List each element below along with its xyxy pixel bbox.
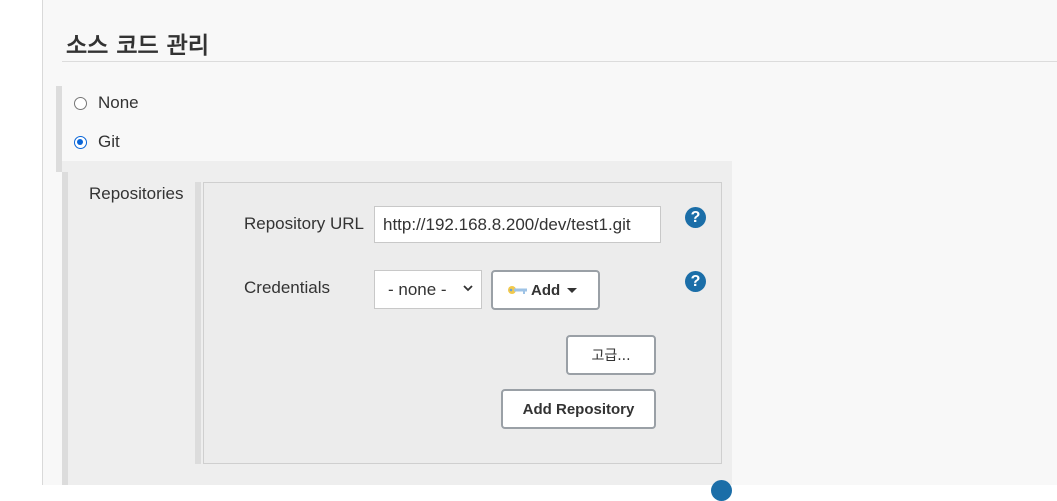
section-title: 소스 코드 관리 xyxy=(66,33,209,59)
key-icon xyxy=(508,286,527,294)
advanced-button[interactable]: 고급... xyxy=(566,335,656,375)
scm-option-none-label: None xyxy=(98,93,139,112)
repository-url-help-icon[interactable]: ? xyxy=(685,207,706,228)
scm-option-none[interactable]: None xyxy=(74,92,139,114)
radio-git[interactable] xyxy=(74,135,87,149)
credentials-label: Credentials xyxy=(244,278,330,297)
radio-none[interactable] xyxy=(74,96,87,110)
scm-options-bar xyxy=(56,86,62,172)
add-credentials-label: Add xyxy=(531,281,561,299)
scm-option-git-label: Git xyxy=(98,132,120,151)
scm-option-git[interactable]: Git xyxy=(74,131,120,153)
add-repository-button[interactable]: Add Repository xyxy=(501,389,656,429)
credentials-selected-value: - none - xyxy=(388,279,447,299)
credentials-help-icon[interactable]: ? xyxy=(685,271,706,292)
repository-url-input[interactable] xyxy=(374,206,661,243)
credentials-select[interactable]: - none - xyxy=(374,270,482,309)
repository-bar xyxy=(195,182,201,464)
repository-url-label: Repository URL xyxy=(244,214,364,233)
repositories-label: Repositories xyxy=(89,184,184,203)
left-gutter xyxy=(0,0,42,485)
section-title-rule xyxy=(62,61,1057,62)
dropdown-caret-icon xyxy=(567,287,578,293)
git-config-bar xyxy=(62,172,68,485)
chevron-down-icon xyxy=(463,285,473,292)
help-icon[interactable] xyxy=(711,480,732,501)
add-credentials-button[interactable]: Add xyxy=(491,270,600,310)
